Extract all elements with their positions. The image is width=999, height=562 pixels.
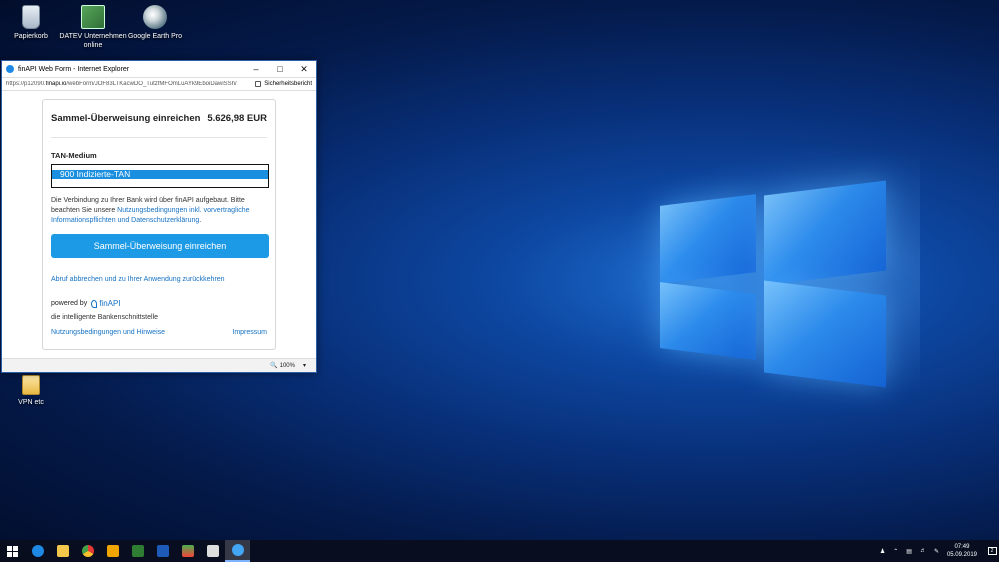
volume-icon[interactable]: ♬ bbox=[920, 548, 926, 554]
chevron-up-icon[interactable]: ⌃ bbox=[893, 548, 898, 555]
imprint-link[interactable]: Impressum bbox=[232, 329, 267, 336]
form-footer: Nutzungsbedingungen und Hinweise Impress… bbox=[51, 329, 267, 336]
zoom-level[interactable]: 100% bbox=[280, 363, 295, 369]
folder-taskbar-icon bbox=[56, 545, 69, 557]
ie-taskbar-icon bbox=[31, 545, 44, 557]
taskbar-calculator[interactable] bbox=[200, 540, 225, 562]
status-bar: 🔍 100% ▾ bbox=[2, 358, 316, 372]
pen-icon[interactable]: ✎ bbox=[934, 548, 939, 555]
logo-pane bbox=[660, 282, 756, 360]
chrome-icon bbox=[81, 545, 94, 557]
address-bar[interactable]: https://p12090.finapi.io/webForm/JOF83LT… bbox=[2, 77, 316, 91]
finapi-logo: finAPI bbox=[91, 299, 121, 308]
taskbar: ♟ ⌃ ▤ ♬ ✎ 07:49 05.09.2019 2 bbox=[0, 540, 999, 562]
logo-pane bbox=[764, 180, 886, 286]
excel-icon bbox=[131, 545, 144, 557]
recycle-bin-icon bbox=[22, 5, 40, 29]
lock-icon bbox=[255, 81, 262, 87]
calculator-icon bbox=[206, 545, 219, 557]
logo-pane bbox=[660, 194, 756, 284]
outlook-icon bbox=[106, 545, 119, 557]
taskbar-outlook[interactable] bbox=[100, 540, 125, 562]
windows-logo-wallpaper bbox=[630, 170, 910, 400]
network-icon[interactable]: ▤ bbox=[906, 548, 912, 555]
desktop-icon-vpn-folder[interactable]: VPN etc bbox=[0, 375, 66, 407]
form-heading: Sammel-Überweisung einreichen bbox=[51, 113, 201, 124]
page-content: Sammel-Überweisung einreichen 5.626,98 E… bbox=[2, 93, 316, 358]
desktop-icon-recycle-bin[interactable]: Papierkorb bbox=[0, 5, 66, 41]
ie-active-icon bbox=[231, 544, 244, 556]
taskbar-chrome[interactable] bbox=[75, 540, 100, 562]
minimize-button[interactable]: – bbox=[244, 61, 268, 77]
form-header: Sammel-Überweisung einreichen 5.626,98 E… bbox=[51, 100, 267, 138]
folder-icon bbox=[22, 375, 40, 395]
maximize-button[interactable]: □ bbox=[268, 61, 292, 77]
webform-card: Sammel-Überweisung einreichen 5.626,98 E… bbox=[42, 99, 276, 350]
taskbar-explorer[interactable] bbox=[50, 540, 75, 562]
tan-option-selected[interactable]: 900 Indizierte-TAN bbox=[52, 170, 268, 179]
amount: 5.626,98 EUR bbox=[207, 113, 267, 124]
taskbar-word[interactable] bbox=[150, 540, 175, 562]
finapi-mark-icon bbox=[91, 299, 98, 308]
logo-pane bbox=[764, 280, 886, 388]
taskbar-ie[interactable] bbox=[25, 540, 50, 562]
terms-link[interactable]: Nutzungsbedingungen und Hinweise bbox=[51, 329, 165, 336]
desktop-icon-google-earth[interactable]: Google Earth Pro bbox=[120, 5, 190, 41]
start-button[interactable] bbox=[0, 540, 25, 562]
notification-button[interactable]: 2 bbox=[985, 540, 999, 562]
tan-medium-label: TAN-Medium bbox=[51, 151, 97, 160]
tan-medium-select[interactable]: 900 Indizierte-TAN bbox=[51, 164, 269, 188]
notification-count: 2 bbox=[987, 547, 997, 555]
window-title: finAPI Web Form - Internet Explorer bbox=[18, 65, 130, 73]
powered-by: powered by finAPI bbox=[51, 299, 121, 308]
google-earth-icon bbox=[143, 5, 167, 29]
tagline: die intelligente Bankenschnittstelle bbox=[51, 314, 159, 321]
ie-icon bbox=[6, 65, 14, 73]
window-titlebar[interactable]: finAPI Web Form - Internet Explorer – □ … bbox=[2, 61, 316, 77]
url-text[interactable]: https://p12090.finapi.io/webForm/JOF83LT… bbox=[6, 81, 255, 87]
taskbar-ie-active[interactable] bbox=[225, 540, 250, 562]
windows-start-icon bbox=[7, 545, 18, 557]
zoom-icon: 🔍 bbox=[270, 363, 278, 369]
system-tray: ♟ ⌃ ▤ ♬ ✎ 07:49 05.09.2019 2 bbox=[876, 540, 999, 562]
abort-link[interactable]: Abruf abbrechen und zu Ihrer Anwendung z… bbox=[51, 276, 267, 283]
people-icon[interactable]: ♟ bbox=[880, 548, 885, 555]
zoom-dropdown-icon[interactable]: ▾ bbox=[303, 362, 306, 369]
close-button[interactable]: ✕ bbox=[292, 61, 316, 77]
taskbar-excel[interactable] bbox=[125, 540, 150, 562]
taskbar-app[interactable] bbox=[175, 540, 200, 562]
clock[interactable]: 07:49 05.09.2019 bbox=[947, 543, 977, 559]
datev-icon bbox=[81, 5, 105, 29]
app-icon bbox=[181, 545, 194, 557]
word-icon bbox=[156, 545, 169, 557]
submit-button[interactable]: Sammel-Überweisung einreichen bbox=[51, 234, 269, 258]
desktop-icon-datev[interactable]: DATEV Unternehmen online bbox=[58, 5, 128, 50]
connection-note: Die Verbindung zu Ihrer Bank wird über f… bbox=[51, 197, 250, 224]
security-report[interactable]: Sicherheitsbericht bbox=[264, 81, 316, 87]
ie-window: finAPI Web Form - Internet Explorer – □ … bbox=[1, 60, 317, 373]
